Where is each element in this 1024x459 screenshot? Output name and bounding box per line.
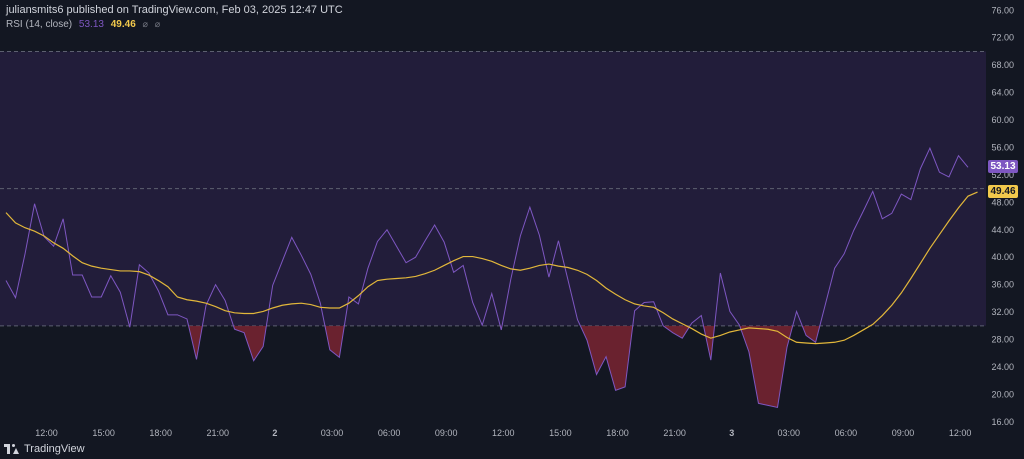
y-tick-label: 76.00 (991, 5, 1014, 15)
y-tick-label: 40.00 (991, 252, 1014, 262)
y-tick-label: 20.00 (991, 389, 1014, 399)
y-tick-label: 16.00 (991, 417, 1014, 427)
x-tick-label: 12:00 (949, 428, 972, 438)
gear-icon[interactable]: ⌀ (155, 19, 160, 29)
x-tick-label: 06:00 (378, 428, 401, 438)
x-tick-label: 12:00 (35, 428, 58, 438)
legend-rsi-value: 53.13 (78, 19, 104, 30)
rsi-last-value-tag: 53.13 (988, 160, 1018, 174)
x-tick-label: 03:00 (778, 428, 801, 438)
x-tick-label: 21:00 (207, 428, 230, 438)
x-tick-label: 18:00 (606, 428, 629, 438)
indicator-label[interactable]: RSI (14, close) (6, 19, 72, 30)
y-tick-label: 68.00 (991, 60, 1014, 70)
y-tick-label: 32.00 (991, 307, 1014, 317)
rsi-chart[interactable]: 76.0072.0068.0064.0060.0056.0052.0048.00… (0, 0, 1024, 459)
indicator-legend[interactable]: RSI (14, close) 53.13 49.46 ⌀ ⌀ (6, 19, 160, 30)
x-tick-label: 21:00 (663, 428, 686, 438)
y-tick-label: 24.00 (991, 362, 1014, 372)
y-tick-label: 48.00 (991, 197, 1014, 207)
footer-brand[interactable]: TradingView (4, 443, 85, 455)
x-tick-label: 18:00 (149, 428, 172, 438)
x-tick-label: 12:00 (492, 428, 515, 438)
y-tick-label: 64.00 (991, 88, 1014, 98)
y-tick-label: 44.00 (991, 225, 1014, 235)
y-tick-label: 72.00 (991, 33, 1014, 43)
x-tick-label: 15:00 (549, 428, 572, 438)
x-tick-label: 2 (272, 428, 277, 438)
y-tick-label: 56.00 (991, 142, 1014, 152)
x-tick-label: 03:00 (321, 428, 344, 438)
y-tick-label: 36.00 (991, 280, 1014, 290)
ma-last-value-tag: 49.46 (988, 185, 1018, 199)
x-tick-label: 06:00 (835, 428, 858, 438)
x-tick-label: 09:00 (435, 428, 458, 438)
y-tick-label: 60.00 (991, 115, 1014, 125)
tradingview-logo-icon (4, 444, 20, 454)
x-tick-label: 09:00 (892, 428, 915, 438)
footer-brand-label: TradingView (24, 443, 85, 455)
attribution-header: juliansmits6 published on TradingView.co… (6, 4, 343, 16)
x-tick-label: 15:00 (92, 428, 115, 438)
x-tick-label: 3 (729, 428, 734, 438)
eye-off-icon[interactable]: ⌀ (143, 19, 148, 29)
y-tick-label: 28.00 (991, 335, 1014, 345)
legend-ma-value: 49.46 (110, 19, 136, 30)
